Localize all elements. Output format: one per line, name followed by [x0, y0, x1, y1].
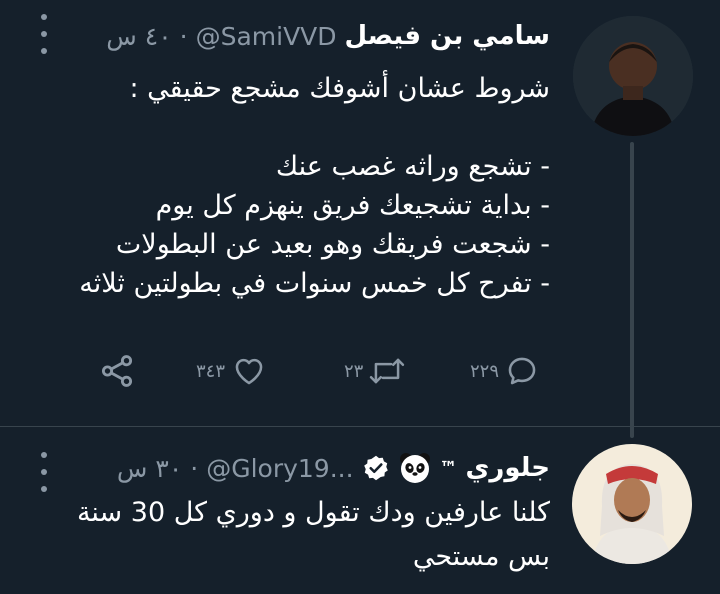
tweet-header: سامي بن فيصل @SamiVVD · ٤٠ س: [106, 14, 550, 58]
tweet-line: شروط عشان أشوفك مشجع حقيقي :: [129, 73, 550, 104]
tweet-line: - تفرح كل خمس سنوات في بطولتين ثلاثه: [79, 268, 550, 299]
reply-button[interactable]: ٢٢٩: [470, 346, 539, 396]
more-icon[interactable]: [34, 452, 54, 492]
tweet-divider: [0, 426, 720, 427]
tweet-header: جلوري ™ @Glory19... · ٣٠ س: [117, 446, 550, 490]
reply-icon: [508, 357, 536, 385]
reply-count: ٢٢٩: [470, 360, 500, 382]
timestamp[interactable]: ٤٠ س: [106, 22, 171, 51]
tweet-line: - شجعت فريقك وهو بعيد عن البطولات: [115, 229, 550, 260]
tweet-line: - تشجع وراثه غصب عنك: [275, 151, 550, 182]
separator-dot: ·: [179, 21, 188, 51]
panda-emoji: [399, 453, 430, 483]
like-button[interactable]: ٣٤٣: [196, 346, 267, 396]
tweet-line: كلنا عارفين ودك تقول و دوري كل 30 سنة: [76, 497, 550, 528]
share-icon: [101, 355, 133, 387]
tweet-text: كلنا عارفين ودك تقول و دوري كل 30 سنة بس…: [77, 491, 550, 579]
retweet-button[interactable]: ٢٣: [344, 346, 405, 396]
share-button[interactable]: [98, 346, 136, 396]
tweet-line: [79, 108, 550, 147]
handle[interactable]: @Glory19...: [206, 454, 353, 483]
verified-icon: [363, 455, 388, 481]
like-count: ٣٤٣: [196, 360, 226, 382]
like-icon: [235, 358, 263, 385]
retweet-icon: [370, 358, 405, 384]
timestamp[interactable]: ٣٠ س: [117, 454, 182, 483]
author-avatar[interactable]: [572, 444, 692, 564]
more-icon[interactable]: [34, 14, 54, 54]
handle[interactable]: @SamiVVD: [196, 22, 337, 51]
display-name[interactable]: جلوري: [466, 453, 550, 483]
thread-connector-line: [630, 142, 634, 438]
display-name[interactable]: سامي بن فيصل: [345, 21, 550, 51]
tweet-line: - بداية تشجيعك فريق ينهزم كل يوم: [155, 190, 550, 221]
tweet-text: شروط عشان أشوفك مشجع حقيقي : - تشجع وراث…: [79, 69, 550, 303]
author-avatar[interactable]: [573, 16, 693, 136]
retweet-count: ٢٣: [344, 360, 364, 382]
separator-dot: ·: [190, 453, 199, 483]
tweet-line: بس مستحي: [412, 541, 550, 572]
trademark-symbol: ™: [439, 457, 458, 479]
